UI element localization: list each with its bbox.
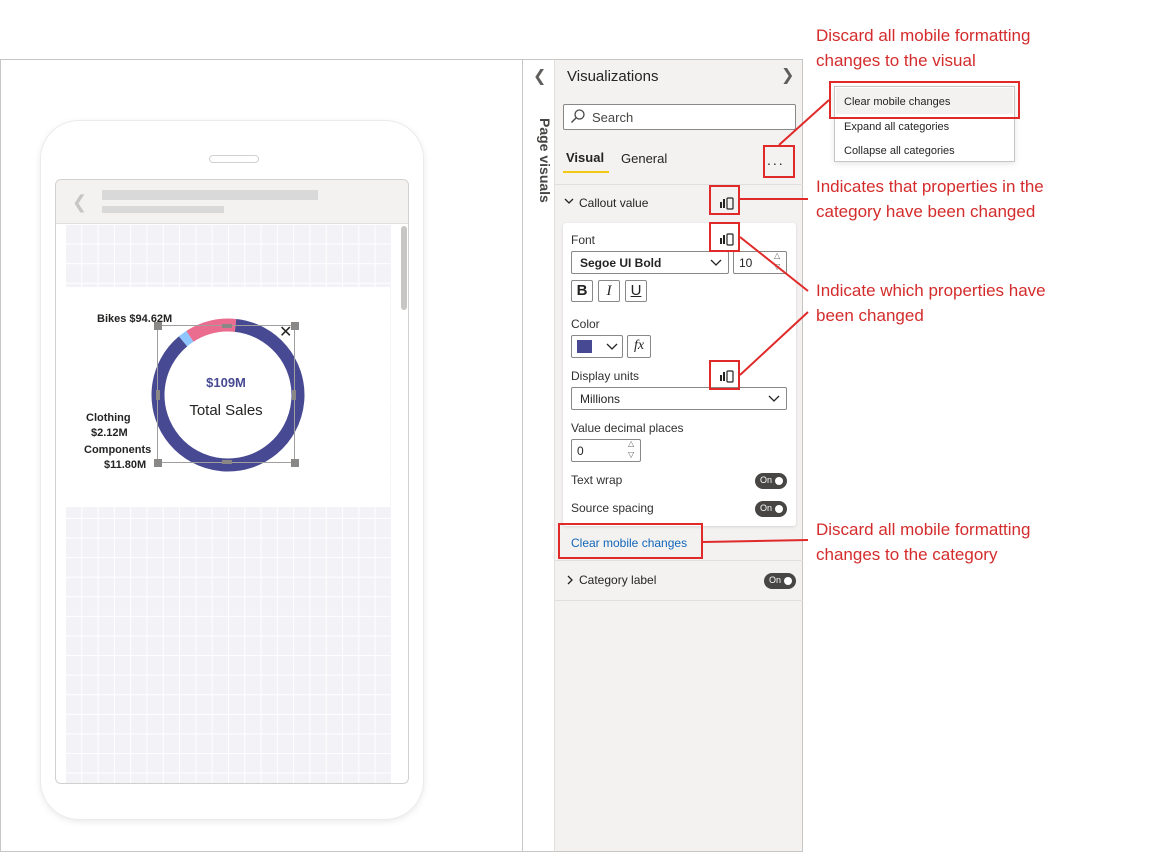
search-icon [571, 109, 585, 123]
search-placeholder: Search [592, 110, 634, 125]
chevron-left-icon[interactable]: ❮ [533, 66, 546, 86]
toggle-knob [775, 477, 783, 485]
annotation-line: Indicates that properties in the [816, 177, 1044, 196]
annotation-line: category have been changed [816, 202, 1036, 221]
decimal-places-label: Value decimal places [571, 421, 684, 435]
color-label: Color [571, 317, 600, 331]
color-picker[interactable] [571, 335, 623, 358]
resize-handle-bl[interactable] [154, 459, 162, 467]
italic-button[interactable]: I [598, 280, 620, 302]
chevron-down-icon [768, 395, 780, 402]
resize-handle-left[interactable] [156, 390, 160, 400]
chevron-right-icon[interactable]: ❯ [781, 65, 794, 85]
label-components-value: $11.80M [104, 459, 147, 471]
tab-visual-underline [563, 171, 609, 173]
annotation-discard-category: Discard all mobile formatting changes to… [816, 517, 1030, 567]
tab-general[interactable]: General [621, 151, 667, 166]
highlight-display-units-indicator [709, 360, 740, 390]
source-spacing-toggle[interactable]: On [755, 501, 787, 517]
callout-value-header[interactable]: Callout value [579, 196, 648, 210]
chevron-down-icon[interactable] [564, 196, 574, 206]
divider [555, 560, 803, 561]
toggle-state: On [769, 575, 782, 585]
category-label-toggle[interactable]: On [764, 573, 796, 589]
close-icon[interactable]: ✕ [279, 325, 292, 341]
annotation-line: Discard all mobile formatting [816, 26, 1031, 45]
tab-visual[interactable]: Visual [566, 150, 604, 165]
font-size-stepper[interactable]: 10 △ ▽ [733, 251, 787, 274]
annotation-line: Indicate which properties have [816, 281, 1046, 300]
visualizations-title: Visualizations [567, 68, 659, 85]
resize-handle-top[interactable] [222, 324, 232, 328]
toggle-state: On [760, 475, 773, 485]
bold-button[interactable]: B [571, 280, 593, 302]
phone-screen: ❮ [55, 179, 409, 784]
category-label-header[interactable]: Category label [579, 573, 656, 587]
highlight-clear-link [558, 523, 703, 559]
display-units-value: Millions [580, 392, 621, 406]
toggle-knob [784, 577, 792, 585]
decimal-places-stepper[interactable]: 0 △ ▽ [571, 439, 641, 462]
highlight-category-indicator [709, 185, 740, 215]
chevron-down-icon [710, 259, 722, 266]
page-visuals-title[interactable]: Page visuals [525, 118, 553, 248]
increment-icon[interactable]: △ [774, 251, 780, 260]
label-bikes: Bikes $94.62M [97, 313, 173, 325]
resize-handle-right[interactable] [292, 390, 296, 400]
display-units-dropdown[interactable]: Millions [571, 387, 787, 410]
decimal-places-value: 0 [577, 444, 584, 458]
visual-selection-frame[interactable] [154, 322, 299, 467]
text-wrap-toggle[interactable]: On [755, 473, 787, 489]
callout-properties-card: Font Segoe UI Bold 10 △ ▽ B I U Color fx… [563, 223, 796, 526]
title-placeholder [102, 190, 318, 200]
decrement-icon[interactable]: ▽ [628, 450, 634, 459]
highlight-more-button [763, 145, 795, 178]
text-wrap-label: Text wrap [571, 473, 623, 487]
toggle-state: On [760, 503, 773, 513]
annotation-discard-visual: Discard all mobile formatting changes to… [816, 23, 1030, 73]
page-visuals-pane: ❮ Page visuals [522, 59, 555, 852]
divider [555, 184, 803, 185]
divider [555, 600, 803, 601]
phone-app-header: ❮ [56, 180, 408, 224]
font-size-value: 10 [739, 256, 753, 270]
underline-button[interactable]: U [625, 280, 647, 302]
subtitle-placeholder [102, 206, 224, 213]
annotation-properties-changed: Indicate which properties have been chan… [816, 278, 1046, 328]
highlight-font-indicator [709, 222, 740, 252]
highlight-clear-menu-item [829, 81, 1020, 119]
source-spacing-label: Source spacing [571, 501, 654, 515]
font-family-value: Segoe UI Bold [580, 256, 662, 270]
annotation-line: Discard all mobile formatting [816, 520, 1031, 539]
display-units-label: Display units [571, 369, 640, 383]
menu-item-expand-all[interactable]: Expand all categories [844, 121, 949, 133]
phone-speaker [209, 155, 259, 163]
annotation-line: been changed [816, 306, 924, 325]
font-family-dropdown[interactable]: Segoe UI Bold [571, 251, 729, 274]
conditional-format-button[interactable]: fx [627, 335, 651, 358]
annotation-line: changes to the category [816, 545, 998, 564]
annotation-category-changed: Indicates that properties in the categor… [816, 174, 1044, 224]
annotation-line: changes to the visual [816, 51, 976, 70]
chevron-down-icon [606, 343, 618, 350]
label-components-name: Components [84, 444, 152, 456]
resize-handle-br[interactable] [291, 459, 299, 467]
label-clothing-name: Clothing [86, 412, 131, 424]
resize-handle-bottom[interactable] [222, 460, 232, 464]
back-chevron-icon[interactable]: ❮ [72, 192, 87, 213]
increment-icon[interactable]: △ [628, 439, 634, 448]
search-input[interactable]: Search [563, 104, 796, 130]
menu-item-collapse-all[interactable]: Collapse all categories [844, 145, 955, 157]
toggle-knob [775, 505, 783, 513]
label-clothing-value: $2.12M [91, 427, 128, 439]
chevron-right-icon[interactable] [565, 575, 575, 585]
decrement-icon[interactable]: ▽ [774, 262, 780, 271]
phone-scrollbar[interactable] [401, 226, 407, 310]
color-swatch [577, 340, 592, 353]
font-label: Font [571, 233, 596, 247]
